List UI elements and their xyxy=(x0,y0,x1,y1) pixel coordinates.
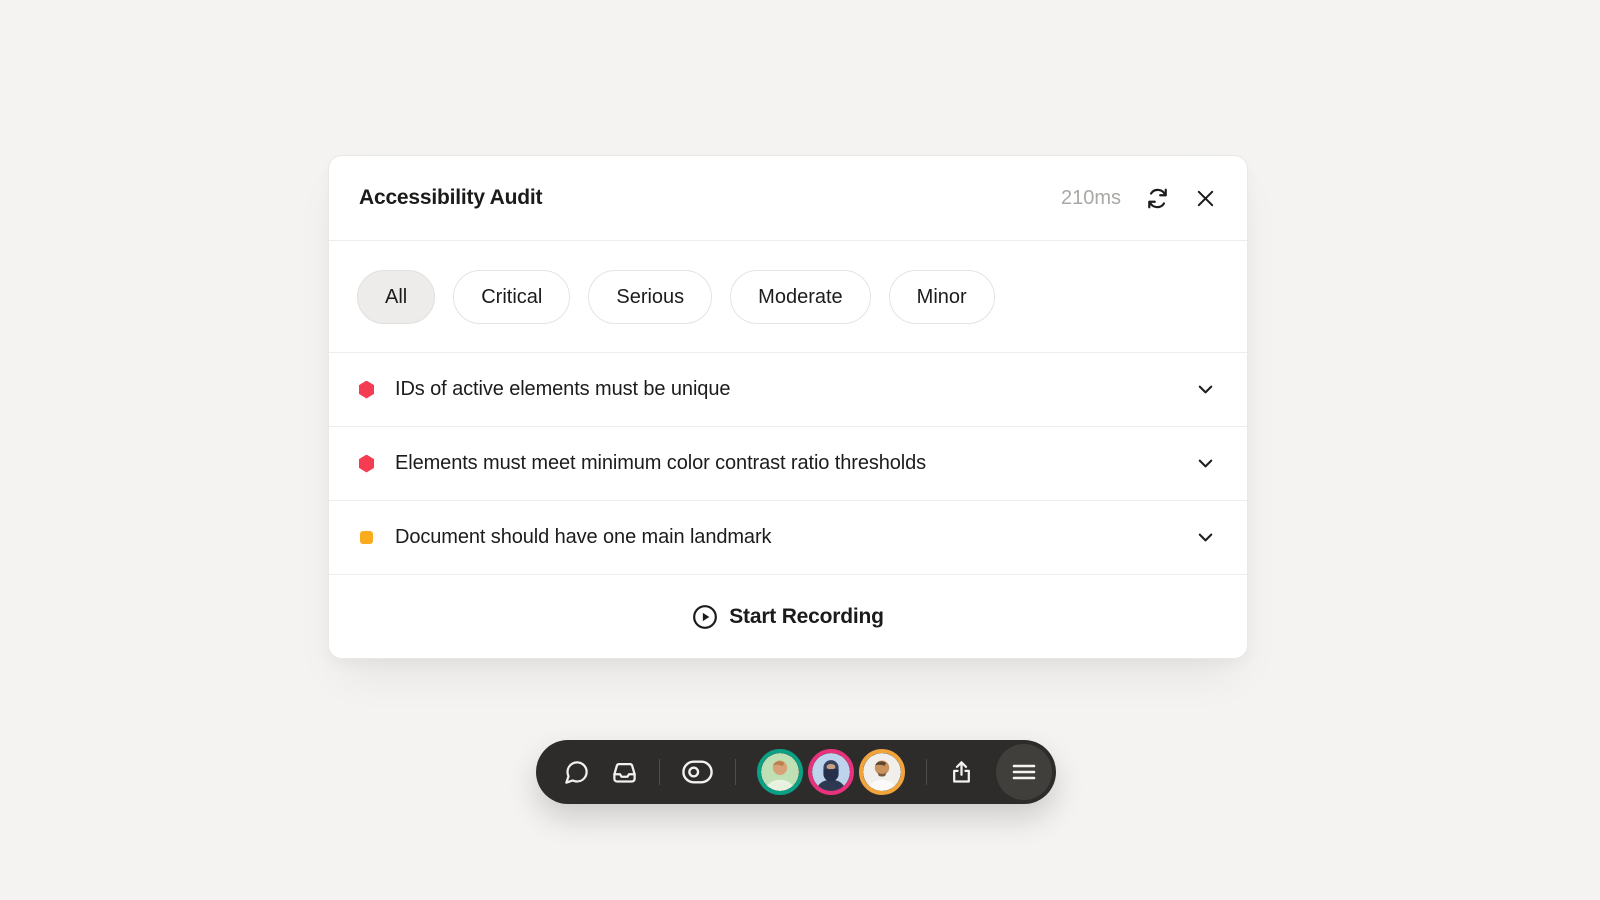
page-title: Accessibility Audit xyxy=(359,186,542,210)
refresh-icon xyxy=(1145,186,1170,211)
refresh-button[interactable] xyxy=(1145,186,1170,211)
close-button[interactable] xyxy=(1194,187,1217,210)
issue-label: Elements must meet minimum color contras… xyxy=(395,452,926,475)
filter-serious[interactable]: Serious xyxy=(588,270,712,324)
header-actions: 210ms xyxy=(1061,186,1217,211)
chevron-down-icon xyxy=(1194,378,1217,401)
filter-all[interactable]: All xyxy=(357,270,435,324)
toolbar-divider xyxy=(926,759,927,785)
issue-row[interactable]: Document should have one main landmark xyxy=(329,500,1247,574)
audit-duration: 210ms xyxy=(1061,187,1121,210)
avatar[interactable] xyxy=(757,749,803,795)
start-recording-button[interactable]: Start Recording xyxy=(329,574,1247,658)
avatar-group xyxy=(757,749,905,795)
observe-toggle-button[interactable] xyxy=(681,759,714,785)
collaboration-toolbar xyxy=(536,740,1056,804)
inbox-button[interactable] xyxy=(611,759,638,786)
filter-critical[interactable]: Critical xyxy=(453,270,570,324)
share-upload-icon xyxy=(948,759,975,786)
issue-label: IDs of active elements must be unique xyxy=(395,378,730,401)
chat-bubble-icon xyxy=(563,759,590,786)
hamburger-menu-icon xyxy=(1012,762,1036,782)
avatar[interactable] xyxy=(808,749,854,795)
panel-header: Accessibility Audit 210ms xyxy=(329,156,1247,241)
toolbar-divider xyxy=(659,759,660,785)
inbox-tray-icon xyxy=(611,759,638,786)
accessibility-audit-panel: Accessibility Audit 210ms xyxy=(328,155,1248,659)
issue-row[interactable]: Elements must meet minimum color contras… xyxy=(329,426,1247,500)
issue-row[interactable]: IDs of active elements must be unique xyxy=(329,352,1247,426)
issue-list: IDs of active elements must be unique El… xyxy=(329,352,1247,574)
severity-critical-icon xyxy=(359,455,374,473)
severity-critical-icon xyxy=(359,381,374,399)
chevron-down-icon xyxy=(1194,452,1217,475)
chat-button[interactable] xyxy=(563,759,590,786)
start-recording-label: Start Recording xyxy=(729,605,884,629)
chevron-down-icon xyxy=(1194,526,1217,549)
observe-toggle-icon xyxy=(681,759,714,785)
avatar[interactable] xyxy=(859,749,905,795)
close-icon xyxy=(1194,187,1217,210)
filter-minor[interactable]: Minor xyxy=(889,270,995,324)
severity-moderate-icon xyxy=(360,531,373,544)
severity-filter-group: All Critical Serious Moderate Minor xyxy=(329,241,1247,352)
toolbar-divider xyxy=(735,759,736,785)
issue-label: Document should have one main landmark xyxy=(395,526,771,549)
filter-moderate[interactable]: Moderate xyxy=(730,270,871,324)
menu-button[interactable] xyxy=(996,744,1052,800)
play-circle-icon xyxy=(692,604,718,630)
share-button[interactable] xyxy=(948,759,975,786)
